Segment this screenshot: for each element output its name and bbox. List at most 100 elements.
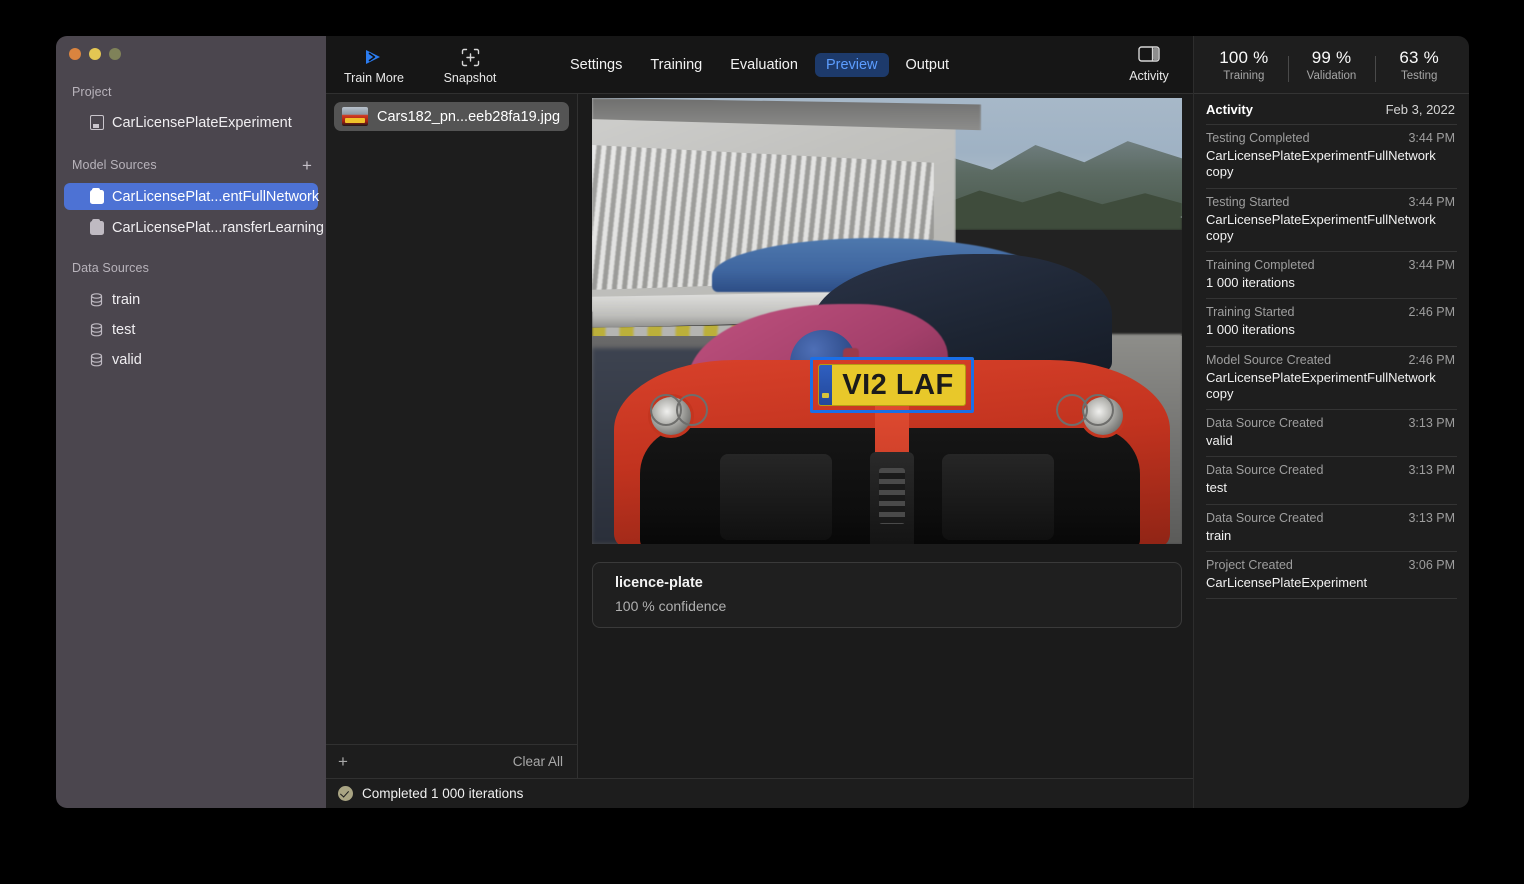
activity-item: Testing Completed 3:44 PM CarLicensePlat… [1206,124,1457,188]
clear-all-button[interactable]: Clear All [513,754,563,769]
activity-label: Activity [1129,69,1169,83]
sidebar-item-model-full-network[interactable]: CarLicensePlat...entFullNetwork [64,183,318,210]
photo-vent-left [720,454,832,540]
photo-diffuser [870,452,914,544]
sidebar-item-data-train[interactable]: train [64,286,318,313]
sidebar-item-label: CarLicensePlat...entFullNetwork [112,189,319,205]
metric-label: Training [1200,70,1288,82]
add-model-source-button[interactable]: + [294,157,320,174]
metric-value: 100 % [1200,48,1288,68]
detection-bounding-box [810,357,974,413]
activity-time: 3:44 PM [1408,195,1455,209]
activity-detail: 1 000 iterations [1206,322,1455,338]
zoom-window-button[interactable] [109,48,121,60]
photo-exhaust-left [650,394,718,428]
activity-detail: CarLicensePlateExperimentFullNetwork cop… [1206,212,1455,245]
model-box-icon [90,190,104,204]
sidebar-section-project: Project CarLicensePlateExperiment [56,82,326,136]
database-icon [90,323,104,337]
activity-panel: 100 % Training 99 % Validation 63 % Test… [1193,36,1469,808]
detection-confidence: 100 % confidence [615,598,1181,614]
file-list: Cars182_pn...eeb28fa19.jpg [326,94,577,744]
activity-time: 3:13 PM [1408,511,1455,525]
sidebar-section-data-sources: Data Sources train test [56,258,326,373]
activity-event: Testing Started [1206,195,1289,209]
sidebar-section-header-project: Project [56,82,326,102]
activity-item: Project Created 3:06 PM CarLicensePlateE… [1206,551,1457,599]
metric-value: 63 % [1375,48,1463,68]
sidebar-right-icon [1138,46,1160,65]
activity-event: Project Created [1206,558,1293,572]
tab-evaluation[interactable]: Evaluation [719,53,809,77]
sidebar-section-label: Data Sources [72,261,149,275]
activity-item: Training Completed 3:44 PM 1 000 iterati… [1206,251,1457,298]
file-list-panel: Cars182_pn...eeb28fa19.jpg + Clear All [326,94,578,778]
list-item[interactable]: Cars182_pn...eeb28fa19.jpg [334,102,569,131]
activity-time: 3:44 PM [1408,131,1455,145]
activity-item: Data Source Created 3:13 PM test [1206,456,1457,503]
activity-title: Activity [1206,102,1253,117]
activity-time: 3:13 PM [1408,463,1455,477]
sidebar-section-model-sources: Model Sources + CarLicensePlat...entFull… [56,155,326,241]
sidebar-item-label: test [112,322,135,338]
tab-output[interactable]: Output [895,53,961,77]
sidebar-item-data-valid[interactable]: valid [64,346,318,373]
activity-time: 3:44 PM [1408,258,1455,272]
activity-detail: CarLicensePlateExperiment [1206,575,1455,591]
window-controls [69,48,121,60]
tab-settings[interactable]: Settings [559,53,633,77]
sidebar-item-label: CarLicensePlat...ransferLearning [112,220,324,236]
activity-item: Model Source Created 2:46 PM CarLicenseP… [1206,346,1457,410]
detection-label: licence-plate [615,575,1181,591]
metric-training: 100 % Training [1200,48,1288,82]
database-icon [90,353,104,367]
metric-label: Testing [1375,70,1463,82]
metric-value: 99 % [1288,48,1376,68]
add-file-button[interactable]: + [338,752,348,772]
metric-validation: 99 % Validation [1288,48,1376,82]
snapshot-label: Snapshot [422,71,518,85]
activity-event: Training Started [1206,305,1294,319]
train-more-button[interactable]: Train More [326,44,422,85]
file-list-footer: + Clear All [326,744,577,778]
snapshot-button[interactable]: Snapshot [422,44,518,85]
activity-detail: 1 000 iterations [1206,275,1455,291]
train-more-icon [326,46,422,68]
database-icon [90,293,104,307]
photo-vent-right [942,454,1054,540]
model-box-icon [90,221,104,235]
status-text: Completed 1 000 iterations [362,786,523,801]
close-window-button[interactable] [69,48,81,60]
sidebar-item-label: valid [112,352,142,368]
activity-event: Testing Completed [1206,131,1310,145]
activity-list[interactable]: Testing Completed 3:44 PM CarLicensePlat… [1194,124,1469,808]
activity-time: 2:46 PM [1408,305,1455,319]
activity-time: 3:06 PM [1408,558,1455,572]
sidebar-item-project[interactable]: CarLicensePlateExperiment [64,109,318,136]
preview-image[interactable]: VI2 LAF [592,98,1182,544]
activity-detail: CarLicensePlateExperimentFullNetwork cop… [1206,148,1455,181]
activity-item: Training Started 2:46 PM 1 000 iteration… [1206,298,1457,345]
sidebar-section-header-model-sources: Model Sources + [56,155,326,175]
train-more-label: Train More [326,71,422,85]
sidebar-section-label: Project [72,85,112,99]
activity-toggle-button[interactable]: Activity [1113,36,1185,93]
metric-label: Validation [1288,70,1376,82]
activity-time: 2:46 PM [1408,353,1455,367]
activity-detail: train [1206,528,1455,544]
sidebar: Project CarLicensePlateExperiment Model … [56,36,326,808]
minimize-window-button[interactable] [89,48,101,60]
center-column: Train More Snapshot [326,36,1193,808]
sidebar-section-label: Model Sources [72,158,157,172]
tab-training[interactable]: Training [639,53,713,77]
app-window: Project CarLicensePlateExperiment Model … [56,36,1469,808]
activity-event: Data Source Created [1206,463,1323,477]
sidebar-item-label: CarLicensePlateExperiment [112,115,292,131]
snapshot-icon [422,46,518,68]
check-circle-icon [338,786,353,801]
sidebar-item-model-transfer-learning[interactable]: CarLicensePlat...ransferLearning [64,214,318,241]
tab-preview[interactable]: Preview [815,53,889,77]
activity-item: Data Source Created 3:13 PM train [1206,504,1457,551]
activity-item: Data Source Created 3:13 PM valid [1206,409,1457,456]
sidebar-item-data-test[interactable]: test [64,316,318,343]
